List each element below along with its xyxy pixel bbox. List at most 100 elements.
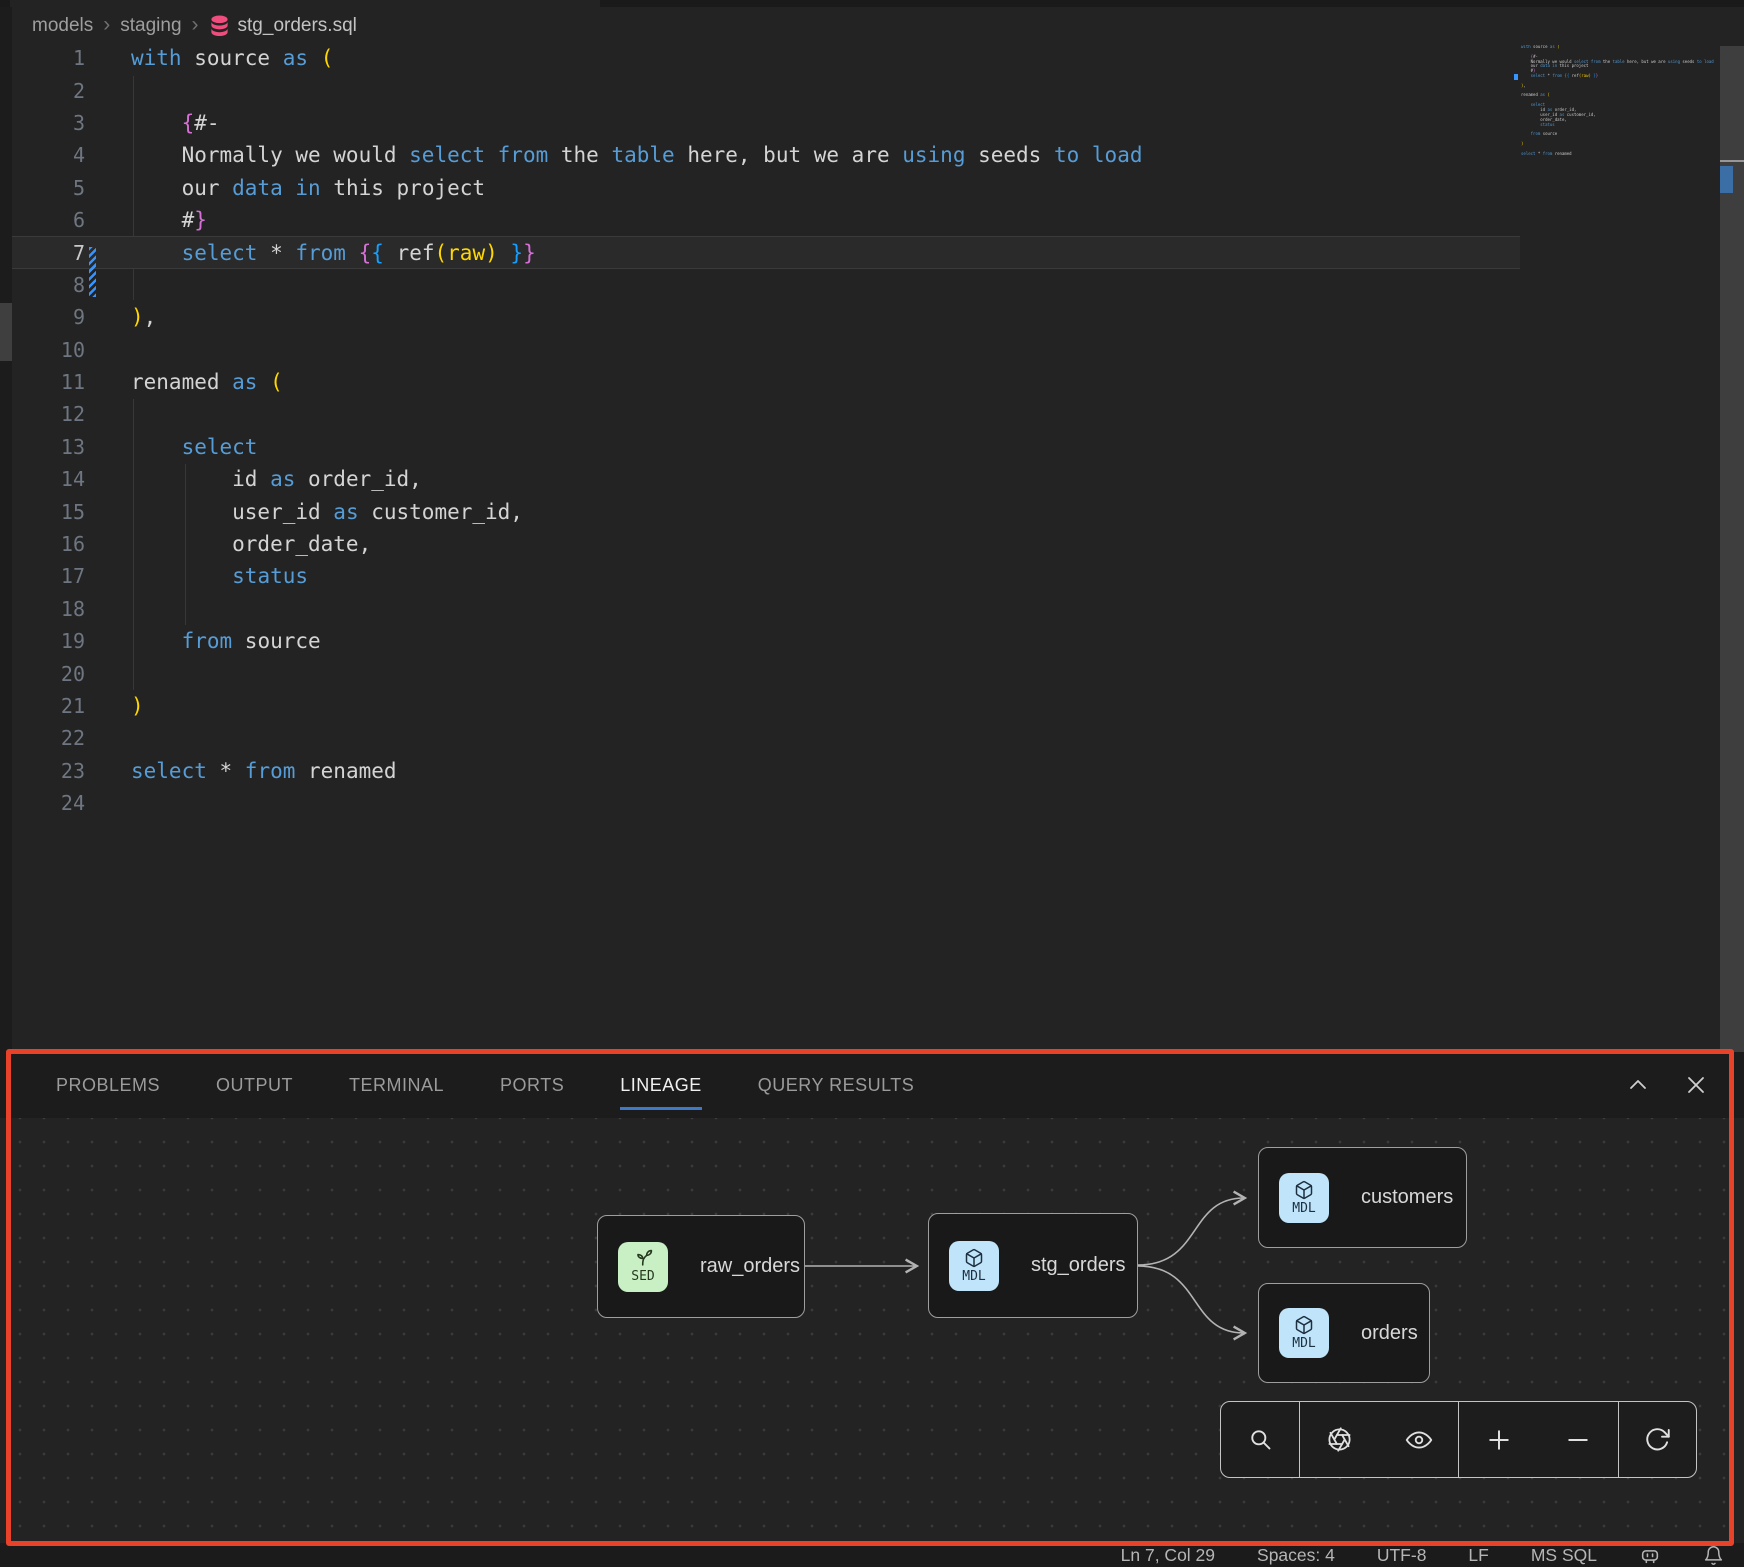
code-line[interactable]: 18: [12, 593, 1520, 625]
code-line[interactable]: 3 {#-: [12, 107, 1520, 139]
line-number: 21: [12, 694, 85, 718]
zoom-out-icon: [1564, 1426, 1592, 1454]
left-gutter-strip: [0, 7, 12, 1052]
seedling-icon: [634, 1249, 653, 1268]
code-line[interactable]: 1with source as (: [12, 42, 1520, 74]
code-line[interactable]: 16 order_date,: [12, 528, 1520, 560]
code-line[interactable]: 24: [12, 787, 1520, 819]
line-number: 1: [12, 46, 85, 70]
status-encoding[interactable]: UTF-8: [1377, 1545, 1427, 1566]
eye-icon: [1405, 1426, 1433, 1454]
code-line[interactable]: 8: [12, 269, 1520, 301]
lineage-node-orders[interactable]: MDL orders: [1258, 1283, 1430, 1383]
copilot-icon[interactable]: [1639, 1544, 1661, 1566]
chevron-up-icon[interactable]: [1626, 1073, 1650, 1097]
breadcrumb-item-staging[interactable]: staging: [120, 15, 181, 37]
code-line[interactable]: 19 from source: [12, 625, 1520, 657]
status-cursor-position[interactable]: Ln 7, Col 29: [1121, 1545, 1215, 1566]
status-language[interactable]: MS SQL: [1531, 1545, 1597, 1566]
line-number: 8: [12, 273, 85, 297]
tab-terminal[interactable]: TERMINAL: [349, 1075, 444, 1096]
line-number: 23: [12, 759, 85, 783]
code-line[interactable]: 13 select: [12, 431, 1520, 463]
code-lines[interactable]: 1with source as ( 2 3 {#-4 Normally we wou…: [12, 42, 1520, 819]
tab-problems[interactable]: PROBLEMS: [56, 1075, 160, 1096]
git-modified-marker: [89, 247, 96, 297]
node-type-badge: MDL: [1279, 1308, 1329, 1358]
code-line[interactable]: 21): [12, 690, 1520, 722]
line-number: 12: [12, 402, 85, 426]
line-number: 15: [12, 500, 85, 524]
status-eol[interactable]: LF: [1468, 1545, 1488, 1566]
code-line[interactable]: 6 #}: [12, 204, 1520, 236]
status-bar: Ln 7, Col 29 Spaces: 4 UTF-8 LF MS SQL: [0, 1543, 1744, 1567]
line-number: 20: [12, 662, 85, 686]
lineage-node-raw_orders[interactable]: SED raw_orders: [597, 1215, 805, 1318]
code-line[interactable]: 15 user_id as customer_id,: [12, 495, 1520, 527]
code-line[interactable]: 5 our data in this project: [12, 172, 1520, 204]
line-number: 11: [12, 370, 85, 394]
node-label: customers: [1361, 1186, 1453, 1209]
zoom-in-button[interactable]: [1458, 1402, 1538, 1477]
code-line[interactable]: 17 status: [12, 560, 1520, 592]
database-icon: [209, 14, 230, 38]
editor-scrollbar[interactable]: [1720, 46, 1744, 1052]
lineage-node-stg_orders[interactable]: MDLstg_orders: [928, 1213, 1138, 1318]
refresh-icon: [1644, 1426, 1671, 1453]
line-number: 10: [12, 338, 85, 362]
breadcrumb-file[interactable]: stg_orders.sql: [209, 14, 357, 38]
eye-button[interactable]: [1379, 1402, 1458, 1477]
overview-ruler-modified-marker: [1720, 166, 1733, 193]
line-number: 2: [12, 79, 85, 103]
code-line[interactable]: 10: [12, 334, 1520, 366]
code-line[interactable]: 2: [12, 74, 1520, 106]
node-type-badge: MDL: [1279, 1173, 1329, 1223]
lineage-canvas[interactable]: SEDraw_ordersMDLstg_ordersMDLcustomersMD…: [12, 1118, 1722, 1542]
cube-icon: [964, 1248, 984, 1268]
code-line[interactable]: 12: [12, 398, 1520, 430]
tab-output[interactable]: OUTPUT: [216, 1075, 293, 1096]
node-type-badge: MDL: [949, 1241, 999, 1291]
refresh-button[interactable]: [1618, 1402, 1696, 1477]
search-button[interactable]: [1221, 1402, 1299, 1477]
node-label: orders: [1361, 1322, 1418, 1345]
line-number: 7: [12, 241, 85, 265]
code-line[interactable]: 22: [12, 722, 1520, 754]
panel-tabs: PROBLEMS OUTPUT TERMINAL PORTS LINEAGE QUERY …: [0, 1075, 914, 1096]
bell-icon[interactable]: [1703, 1545, 1724, 1566]
minimap-code: with source as ( {#- Normally we would s…: [1521, 45, 1717, 161]
tab-query-results[interactable]: QUERY RESULTS: [758, 1075, 915, 1096]
code-line[interactable]: 4 Normally we would select from the tabl…: [12, 139, 1520, 171]
code-line[interactable]: 14 id as order_id,: [12, 463, 1520, 495]
line-number: 5: [12, 176, 85, 200]
lineage-node-customers[interactable]: MDL customers: [1258, 1147, 1467, 1248]
breadcrumb-item-models[interactable]: models: [32, 15, 93, 37]
aperture-icon: [1326, 1426, 1353, 1453]
line-number: 13: [12, 435, 85, 459]
tab-lineage[interactable]: LINEAGE: [620, 1075, 702, 1096]
panel-header: PROBLEMS OUTPUT TERMINAL PORTS LINEAGE QUERY …: [0, 1052, 1744, 1118]
zoom-out-button[interactable]: [1539, 1402, 1618, 1477]
close-icon[interactable]: [1684, 1073, 1708, 1097]
overview-ruler-tick: [1720, 160, 1744, 162]
cube-icon: [1294, 1180, 1314, 1200]
node-label: raw_orders: [700, 1255, 800, 1278]
left-scroll-thumb[interactable]: [0, 303, 12, 361]
line-number: 18: [12, 597, 85, 621]
line-number: 17: [12, 564, 85, 588]
status-indentation[interactable]: Spaces: 4: [1257, 1545, 1335, 1566]
tab-ports[interactable]: PORTS: [500, 1075, 564, 1096]
node-badge-label: SED: [631, 1269, 654, 1284]
code-line[interactable]: 20: [12, 657, 1520, 689]
node-badge-label: MDL: [962, 1269, 985, 1284]
code-line[interactable]: 11renamed as (: [12, 366, 1520, 398]
code-line[interactable]: 7 select * from {{ ref(raw) }}: [12, 236, 1520, 268]
minimap[interactable]: with source as ( {#- Normally we would s…: [1521, 45, 1717, 161]
minimap-modified-marker: [1514, 74, 1518, 80]
breadcrumb: models › staging › stg_orders.sql: [32, 10, 357, 42]
aperture-button[interactable]: [1299, 1402, 1379, 1477]
cube-icon: [1294, 1315, 1314, 1335]
code-line[interactable]: 23select * from renamed: [12, 755, 1520, 787]
code-line[interactable]: 9),: [12, 301, 1520, 333]
line-number: 22: [12, 726, 85, 750]
